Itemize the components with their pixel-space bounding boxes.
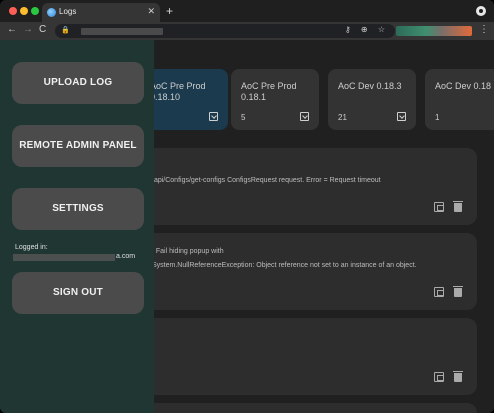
- screenshots-icon[interactable]: [434, 372, 444, 382]
- omnibox-action-icons[interactable]: ⚷ ⊕ ☆: [345, 25, 389, 34]
- redacted-url: [81, 28, 163, 35]
- sign-out-button[interactable]: SIGN OUT: [12, 272, 144, 314]
- log-message: System.NullReferenceException: Object re…: [152, 262, 417, 269]
- log-entry[interactable]: [140, 403, 477, 413]
- upload-log-button[interactable]: UPLOAD LOG: [12, 62, 144, 104]
- build-card[interactable]: AoC Pre Prod 0.18.1 5: [231, 69, 319, 130]
- log-entry[interactable]: ] Fail hiding popup with System.NullRefe…: [140, 233, 477, 310]
- browser-menu-icon[interactable]: ⋮: [479, 24, 489, 35]
- download-icon[interactable]: [209, 112, 218, 121]
- delete-icon[interactable]: [453, 371, 463, 382]
- profile-icon[interactable]: [476, 6, 486, 16]
- new-tab-button[interactable]: +: [166, 4, 173, 18]
- build-count: 5: [241, 113, 246, 122]
- back-button[interactable]: ←: [7, 24, 17, 35]
- forward-button[interactable]: →: [23, 24, 33, 35]
- build-count: 1: [435, 113, 440, 122]
- logged-in-label: Logged in:: [15, 244, 48, 251]
- delete-icon[interactable]: [453, 201, 463, 212]
- build-name: AoC Dev 0.18: [435, 81, 492, 91]
- settings-button[interactable]: SETTINGS: [12, 188, 144, 230]
- browser-toolbar: ← → C 🔒 ⚷ ⊕ ☆ ⋮: [0, 22, 494, 40]
- redacted-extensions: [396, 26, 472, 36]
- log-entry[interactable]: /api/Configs/get-configs ConfigsRequest …: [140, 148, 477, 225]
- log-entry[interactable]: [140, 318, 477, 395]
- download-icon[interactable]: [397, 112, 406, 121]
- build-card[interactable]: AoC Dev 0.18 1: [425, 69, 494, 130]
- screenshots-icon[interactable]: [434, 202, 444, 212]
- remote-admin-panel-button[interactable]: REMOTE ADMIN PANEL: [12, 125, 144, 167]
- redacted-email: [13, 254, 115, 261]
- close-tab-icon[interactable]: ✕: [147, 6, 155, 17]
- build-count: 21: [338, 113, 347, 122]
- reload-button[interactable]: C: [39, 24, 46, 35]
- log-message: /api/Configs/get-configs ConfigsRequest …: [152, 177, 381, 184]
- screenshots-icon[interactable]: [434, 287, 444, 297]
- maximize-window-button[interactable]: [31, 7, 39, 15]
- download-icon[interactable]: [300, 112, 309, 121]
- build-name: AoC Pre Prod 0.18.1: [241, 81, 297, 102]
- log-message: ] Fail hiding popup with: [152, 248, 224, 255]
- lock-icon[interactable]: 🔒: [61, 26, 70, 34]
- minimize-window-button[interactable]: [20, 7, 28, 15]
- title-bar: Logs ✕ +: [0, 0, 494, 22]
- tab-title: Logs: [59, 7, 77, 16]
- sidebar: UPLOAD LOG REMOTE ADMIN PANEL SETTINGS L…: [0, 40, 154, 413]
- address-bar[interactable]: 🔒 ⚷ ⊕ ☆: [55, 24, 395, 38]
- browser-window: Logs ✕ + ← → C 🔒 ⚷ ⊕ ☆ ⋮ AoC Pre Prod 0.…: [0, 0, 494, 413]
- close-window-button[interactable]: [9, 7, 17, 15]
- tab-logs[interactable]: Logs ✕: [42, 3, 160, 22]
- build-card[interactable]: AoC Dev 0.18.3 21: [328, 69, 416, 130]
- favicon-icon: [47, 8, 56, 17]
- logs-page: AoC Pre Prod 0.18.10 AoC Pre Prod 0.18.1…: [0, 40, 494, 413]
- email-suffix: a.com: [116, 253, 136, 260]
- build-name: AoC Pre Prod 0.18.10: [150, 81, 206, 102]
- build-name: AoC Dev 0.18.3: [338, 81, 402, 91]
- delete-icon[interactable]: [453, 286, 463, 297]
